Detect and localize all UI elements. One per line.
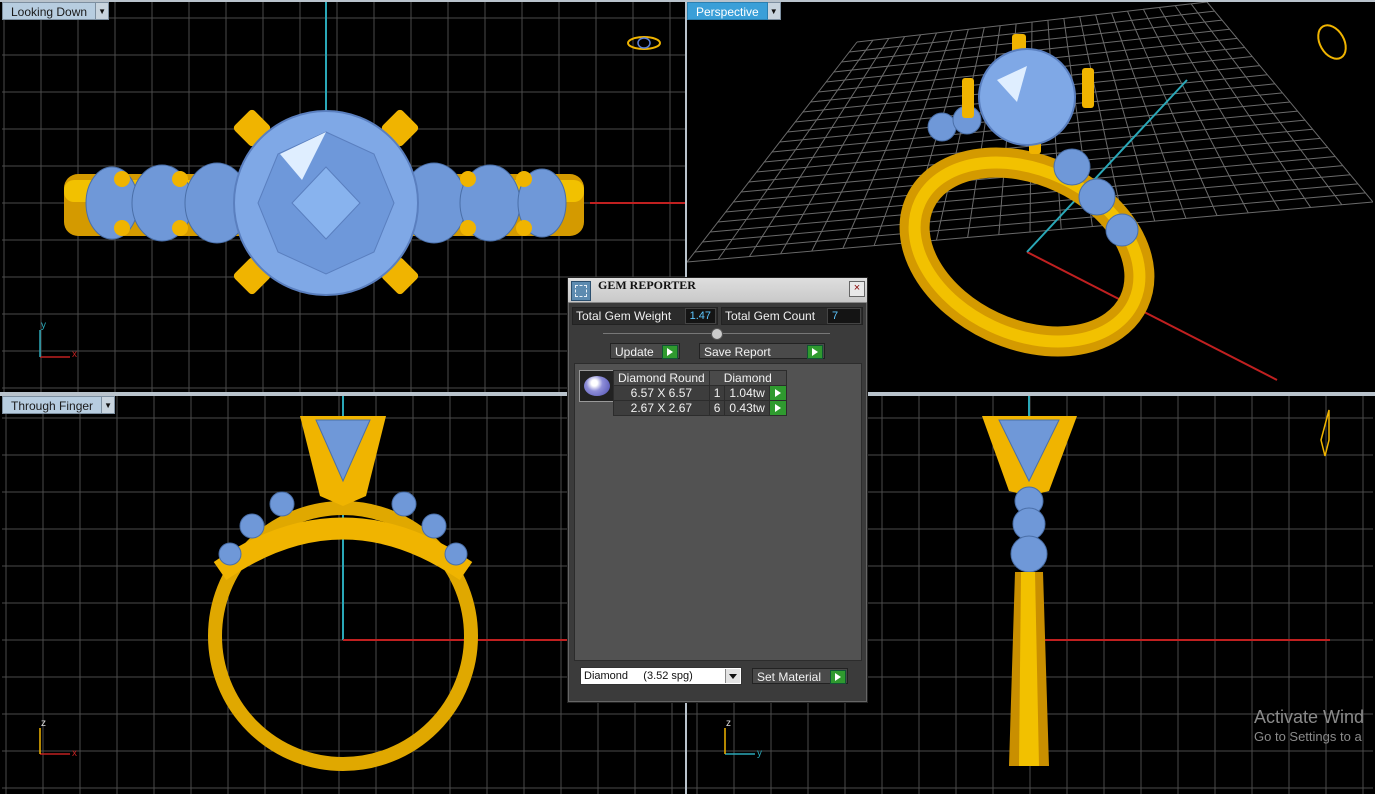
total-gem-count-value: 7 [827, 308, 861, 324]
gem-reporter-icon [571, 281, 591, 301]
close-icon[interactable]: × [849, 281, 865, 297]
gem-reporter-panel[interactable]: GEM REPORTER × Total Gem Weight 1.47 Tot… [567, 277, 868, 703]
axis-y-label: y [757, 748, 762, 759]
save-report-button-label: Save Report [704, 345, 771, 359]
diamond-round-thumbnail-icon[interactable] [579, 370, 615, 402]
watermark-line1: Activate Wind [1254, 707, 1365, 727]
gem-count: 6 [708, 400, 726, 416]
watermark-line2: Go to Settings to a [1254, 729, 1362, 744]
play-arrow-icon[interactable] [807, 345, 823, 359]
viewport-label-perspective[interactable]: Perspective ▼ [687, 2, 781, 20]
chevron-down-icon[interactable]: ▼ [96, 2, 110, 20]
save-report-button[interactable]: Save Report [699, 343, 825, 359]
set-material-button-label: Set Material [757, 670, 822, 684]
viewport-name[interactable]: Looking Down [2, 2, 97, 20]
gem-list-area: Diamond Round Diamond 6.57 X 6.57 1 1.04… [574, 363, 862, 661]
total-gem-count-label: Total Gem Count [725, 309, 816, 323]
gem-weight: 1.04tw [724, 385, 770, 401]
total-gem-weight-label: Total Gem Weight [576, 309, 672, 323]
panel-titlebar[interactable]: GEM REPORTER × [568, 278, 867, 303]
axis-z-label: z [726, 718, 731, 729]
axis-y-label: y [41, 320, 46, 331]
axis-z-label: z [41, 718, 46, 729]
update-button-label: Update [615, 345, 654, 359]
material-select-value: Diamond (3.52 spg) [584, 670, 693, 682]
panel-title: GEM REPORTER [598, 278, 696, 292]
play-arrow-icon[interactable] [662, 345, 678, 359]
chevron-down-icon[interactable]: ▼ [767, 2, 781, 20]
select-gems-arrow-icon[interactable] [768, 400, 787, 416]
gem-table-header: Diamond Round Diamond [613, 370, 787, 386]
gem-material-header: Diamond [708, 370, 787, 386]
gem-table: Diamond Round Diamond 6.57 X 6.57 1 1.04… [613, 370, 787, 416]
viewport-label-through-finger[interactable]: Through Finger ▼ [2, 396, 116, 414]
total-gem-weight-value: 1.47 [684, 308, 716, 324]
viewport-name[interactable]: Through Finger [2, 396, 103, 414]
gem-shape-header: Diamond Round [613, 370, 710, 386]
collapse-handle-icon[interactable] [711, 328, 723, 340]
gem-size: 6.57 X 6.57 [613, 385, 710, 401]
viewport-name[interactable]: Perspective [687, 2, 768, 20]
activation-watermark: Activate Wind Go to Settings to a [1254, 706, 1364, 746]
gem-count: 1 [708, 385, 726, 401]
chevron-down-icon[interactable] [725, 669, 740, 683]
total-gem-weight: Total Gem Weight 1.47 [572, 307, 718, 325]
chevron-down-icon[interactable]: ▼ [102, 396, 116, 414]
set-material-button[interactable]: Set Material [752, 668, 848, 684]
gem-size: 2.67 X 2.67 [613, 400, 710, 416]
material-select[interactable]: Diamond (3.52 spg) [580, 667, 742, 685]
play-arrow-icon[interactable] [830, 670, 846, 684]
table-row: 2.67 X 2.67 6 0.43tw [613, 400, 787, 416]
viewport-label-looking-down[interactable]: Looking Down ▼ [2, 2, 110, 20]
axis-x-label: x [72, 349, 77, 360]
update-button[interactable]: Update [610, 343, 680, 359]
total-gem-count: Total Gem Count 7 [721, 307, 863, 325]
gem-weight: 0.43tw [724, 400, 770, 416]
axis-x-label: x [72, 748, 77, 759]
table-row: 6.57 X 6.57 1 1.04tw [613, 385, 787, 401]
select-gems-arrow-icon[interactable] [768, 385, 787, 401]
